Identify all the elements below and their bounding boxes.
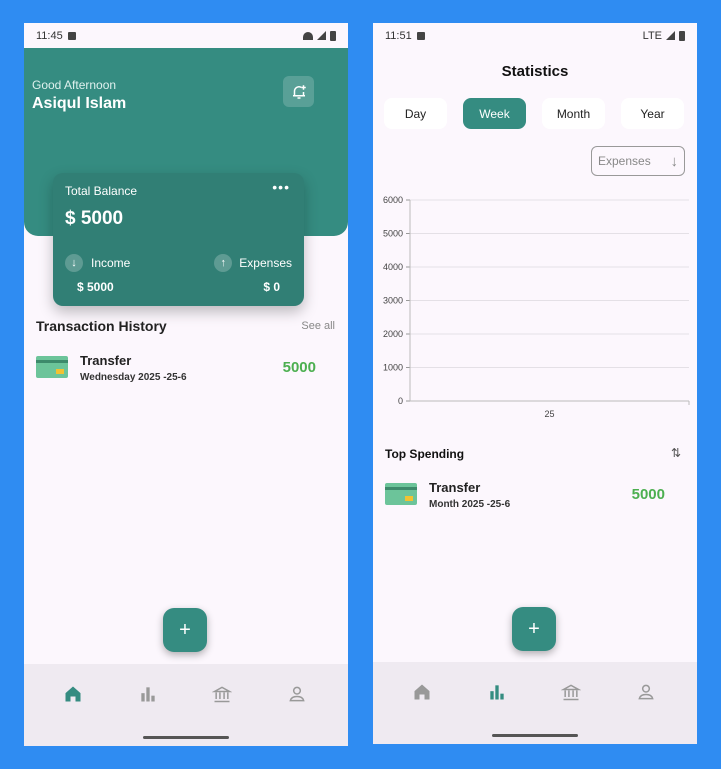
balance-amount: $ 5000 (65, 208, 124, 229)
transaction-date: Month 2025 -25-6 (429, 499, 511, 510)
arrow-up-icon: ↑ (214, 254, 233, 272)
more-options-icon[interactable]: ••• (272, 179, 290, 195)
wifi-icon (303, 31, 313, 40)
transaction-item[interactable]: Transfer Wednesday 2025 -25-6 5000 (36, 351, 328, 391)
stats-icon (490, 685, 504, 700)
home-icon (65, 686, 81, 702)
see-all-link[interactable]: See all (301, 320, 335, 332)
profile-icon (638, 684, 654, 700)
expense-chart: 0 1000 2000 3000 4000 5000 6000 25 (383, 195, 690, 419)
statistics-screen: 11:51 LTE Statistics Day Week Month Year… (373, 23, 697, 744)
home-screen: 11:45 Good Afternoon Asiqul Islam Total … (24, 23, 348, 746)
arrow-down-icon: ↓ (670, 152, 679, 170)
bank-icon (212, 686, 232, 703)
y-tick-label: 6000 (383, 195, 403, 205)
expenses-row: ↑ Expenses (214, 254, 292, 272)
battery-icon (330, 30, 336, 41)
y-tick-label: 0 (398, 396, 403, 406)
status-bar: 11:51 LTE (373, 23, 697, 48)
nav-stats[interactable] (136, 682, 160, 706)
tab-day[interactable]: Day (384, 98, 447, 129)
status-time: 11:51 (385, 29, 412, 42)
nav-profile[interactable] (634, 680, 658, 704)
credit-card-icon (36, 356, 68, 378)
signal-icon (317, 31, 326, 40)
nav-stats[interactable] (485, 680, 509, 704)
transaction-amount: 5000 (282, 359, 316, 376)
y-tick-label: 3000 (383, 296, 403, 306)
notification-icon (67, 31, 76, 40)
tab-year[interactable]: Year (621, 98, 684, 129)
y-tick-label: 1000 (383, 363, 403, 373)
transaction-amount: 5000 (631, 486, 665, 503)
add-transaction-button[interactable]: + (163, 608, 207, 652)
sort-icon[interactable]: ⇅ (671, 446, 681, 460)
page-title: Statistics (501, 63, 569, 80)
filter-label: Expenses (598, 154, 651, 168)
nav-bank[interactable] (559, 680, 583, 704)
nav-profile[interactable] (285, 682, 309, 706)
nav-home[interactable] (61, 682, 85, 706)
stats-icon (141, 687, 155, 702)
bell-plus-icon (292, 84, 306, 99)
tab-month[interactable]: Month (542, 98, 605, 129)
status-time: 11:45 (36, 29, 63, 42)
greeting-text: Good Afternoon (32, 78, 117, 92)
tab-week[interactable]: Week (463, 98, 526, 129)
balance-title: Total Balance (65, 184, 138, 198)
credit-card-icon (385, 483, 417, 505)
y-tick-label: 5000 (383, 229, 403, 239)
battery-icon (679, 30, 685, 41)
income-row: ↓ Income (65, 254, 130, 272)
transaction-name: Transfer (429, 480, 481, 495)
balance-card[interactable]: Total Balance ••• $ 5000 ↓ Income ↑ Expe… (53, 173, 304, 306)
income-label: Income (91, 256, 131, 270)
nav-bank[interactable] (210, 682, 234, 706)
status-bar: 11:45 (24, 23, 348, 48)
transaction-history-title: Transaction History (36, 318, 167, 334)
y-tick-label: 4000 (383, 262, 403, 272)
home-icon (414, 684, 430, 700)
notification-button[interactable] (283, 76, 314, 107)
signal-icon (666, 31, 675, 40)
gesture-bar (492, 734, 578, 737)
top-spending-title: Top Spending (385, 447, 465, 461)
arrow-down-icon: ↓ (65, 254, 83, 272)
bottom-nav (24, 664, 348, 746)
notification-icon (416, 31, 425, 40)
type-filter-dropdown[interactable]: Expenses ↓ (591, 146, 685, 176)
bottom-nav (373, 662, 697, 744)
profile-icon (289, 686, 305, 702)
network-label: LTE (642, 29, 662, 42)
transaction-name: Transfer (80, 353, 132, 368)
y-tick-label: 2000 (383, 329, 403, 339)
user-name: Asiqul Islam (32, 95, 127, 112)
bank-icon (561, 684, 581, 701)
expenses-label: Expenses (239, 256, 292, 270)
expenses-amount: $ 0 (263, 280, 280, 294)
add-transaction-button[interactable]: + (512, 607, 556, 651)
x-tick-label: 25 (544, 409, 554, 419)
nav-home[interactable] (410, 680, 434, 704)
top-spending-item[interactable]: Transfer Month 2025 -25-6 5000 (385, 478, 677, 518)
transaction-date: Wednesday 2025 -25-6 (80, 372, 187, 383)
gesture-bar (143, 736, 229, 739)
income-amount: $ 5000 (77, 280, 114, 294)
